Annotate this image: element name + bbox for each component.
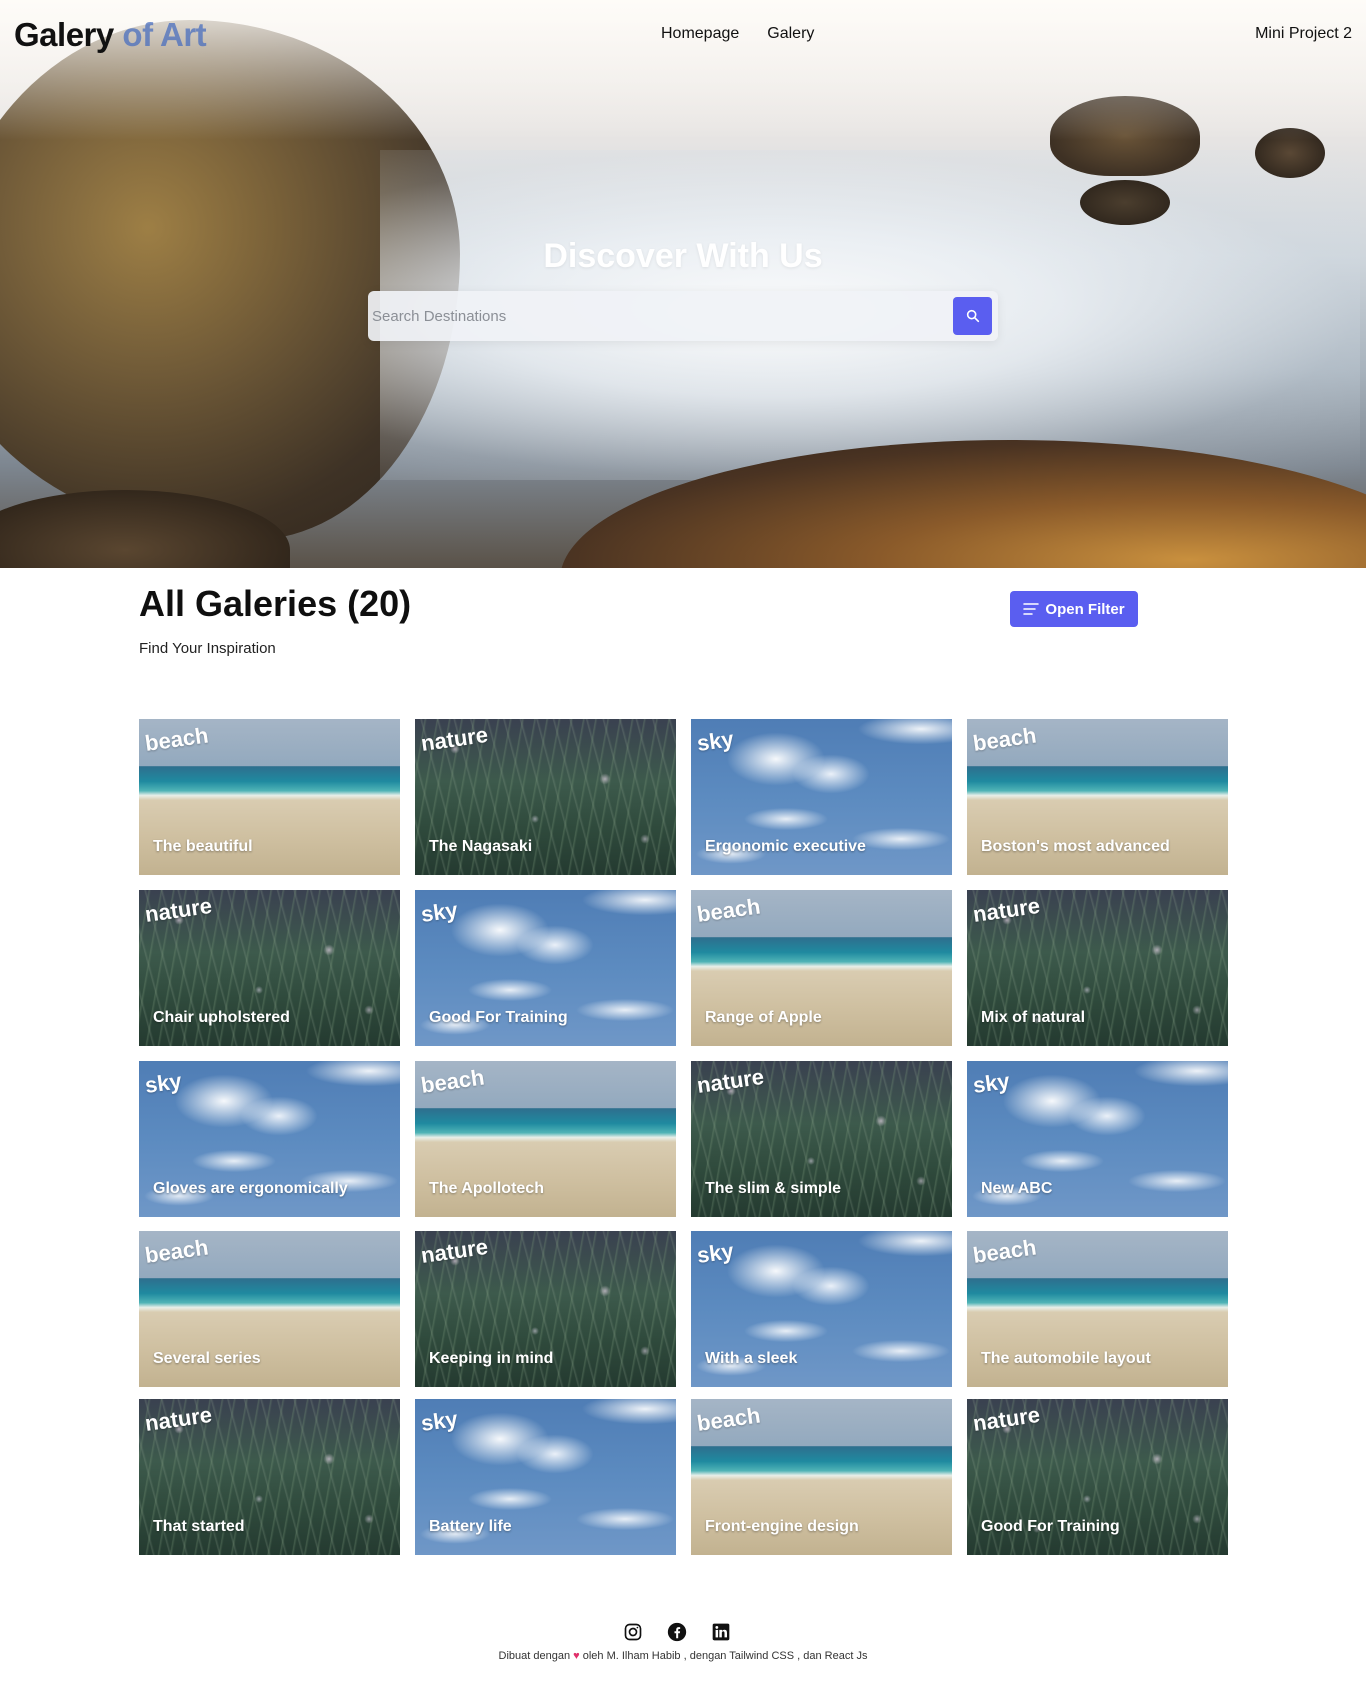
gallery-card-title: The Nagasaki <box>429 838 533 855</box>
gallery-card-tag: sky <box>419 1406 460 1437</box>
gallery-card-title: Boston's most advanced <box>981 838 1170 855</box>
gallery-card-tag: sky <box>695 726 736 757</box>
gallery-card[interactable]: beach Range of Apple <box>691 890 952 1046</box>
navbar: Galery of Art Homepage Galery Mini Proje… <box>0 0 1366 70</box>
gallery-card[interactable]: sky Gloves are ergonomically <box>139 1061 400 1217</box>
gallery-card[interactable]: beach Boston's most advanced <box>967 719 1228 875</box>
logo-main-text: Galery <box>14 16 114 53</box>
nav-links: Homepage Galery <box>661 25 814 43</box>
gallery-card[interactable]: beach Front-engine design <box>691 1399 952 1555</box>
gallery-card[interactable]: nature Good For Training <box>967 1399 1228 1555</box>
gallery-card-title: The automobile layout <box>981 1350 1151 1367</box>
gallery-card-tag: sky <box>971 1068 1012 1099</box>
gallery-card[interactable]: nature Chair upholstered <box>139 890 400 1046</box>
linkedin-icon <box>712 1623 730 1641</box>
gallery-card-title: New ABC <box>981 1180 1053 1197</box>
section-subtitle: Find Your Inspiration <box>139 640 276 657</box>
gallery-card-title: The beautiful <box>153 838 253 855</box>
gallery-card-title: The Apollotech <box>429 1180 544 1197</box>
search-icon <box>966 309 979 323</box>
linkedin-link[interactable] <box>710 1621 732 1643</box>
hero-rock-right-small <box>1080 180 1170 225</box>
logo-accent-text: of Art <box>113 16 207 53</box>
gallery-card-title: Several series <box>153 1350 261 1367</box>
facebook-link[interactable] <box>666 1621 688 1643</box>
social-links <box>622 1621 732 1643</box>
gallery-card-title: Keeping in mind <box>429 1350 554 1367</box>
footer-text-before: Dibuat dengan <box>498 1650 574 1662</box>
gallery-card[interactable]: nature The slim & simple <box>691 1061 952 1217</box>
footer-text-after: oleh M. Ilham Habib , dengan Tailwind CS… <box>579 1650 868 1662</box>
gallery-card[interactable]: nature Mix of natural <box>967 890 1228 1046</box>
gallery-card[interactable]: nature The Nagasaki <box>415 719 676 875</box>
gallery-card-title: Good For Training <box>981 1518 1120 1535</box>
section-title: All Galeries (20) <box>139 583 412 624</box>
gallery-card[interactable]: nature Keeping in mind <box>415 1231 676 1387</box>
gallery-card-title: Chair upholstered <box>153 1009 290 1026</box>
gallery-card-tag: sky <box>695 1238 736 1269</box>
open-filter-button[interactable]: Open Filter <box>1010 591 1138 627</box>
nav-link-galery[interactable]: Galery <box>767 25 814 43</box>
filter-lines-icon <box>1023 603 1040 615</box>
search-input[interactable] <box>372 299 932 333</box>
gallery-card-title: Good For Training <box>429 1009 568 1026</box>
instagram-link[interactable] <box>622 1621 644 1643</box>
nav-project-label[interactable]: Mini Project 2 <box>1255 25 1352 43</box>
gallery-card[interactable]: beach The automobile layout <box>967 1231 1228 1387</box>
gallery-card[interactable]: sky Good For Training <box>415 890 676 1046</box>
gallery-card-title: The slim & simple <box>705 1180 842 1197</box>
gallery-card-title: Range of Apple <box>705 1009 822 1026</box>
gallery-card[interactable]: beach The Apollotech <box>415 1061 676 1217</box>
gallery-card-title: Front-engine design <box>705 1518 859 1535</box>
gallery-card-tag: sky <box>143 1068 184 1099</box>
search-bar <box>368 291 998 341</box>
nav-link-homepage[interactable]: Homepage <box>661 25 739 43</box>
gallery-card-title: Ergonomic executive <box>705 838 866 855</box>
hero-title: Discover With Us <box>543 237 823 275</box>
gallery-card-title: Mix of natural <box>981 1009 1086 1026</box>
site-logo[interactable]: Galery of Art <box>14 16 207 54</box>
gallery-card[interactable]: sky With a sleek <box>691 1231 952 1387</box>
facebook-icon <box>667 1622 687 1642</box>
hero-banner: Galery of Art Homepage Galery Mini Proje… <box>0 0 1366 568</box>
gallery-card[interactable]: beach The beautiful <box>139 719 400 875</box>
gallery-card[interactable]: nature That started <box>139 1399 400 1555</box>
gallery-card[interactable]: sky Ergonomic executive <box>691 719 952 875</box>
gallery-card-title: Battery life <box>429 1518 512 1535</box>
open-filter-label: Open Filter <box>1045 600 1125 618</box>
instagram-icon <box>624 1623 642 1641</box>
gallery-card-tag: sky <box>419 897 460 928</box>
gallery-card-title: Gloves are ergonomically <box>153 1180 348 1197</box>
gallery-card-title: That started <box>153 1518 245 1535</box>
search-button[interactable] <box>953 297 992 335</box>
gallery-card[interactable]: beach Several series <box>139 1231 400 1387</box>
gallery-card-title: With a sleek <box>705 1350 798 1367</box>
gallery-card[interactable]: sky New ABC <box>967 1061 1228 1217</box>
footer-credit: Dibuat dengan ♥ oleh M. Ilham Habib , de… <box>0 1650 1366 1662</box>
gallery-card[interactable]: sky Battery life <box>415 1399 676 1555</box>
